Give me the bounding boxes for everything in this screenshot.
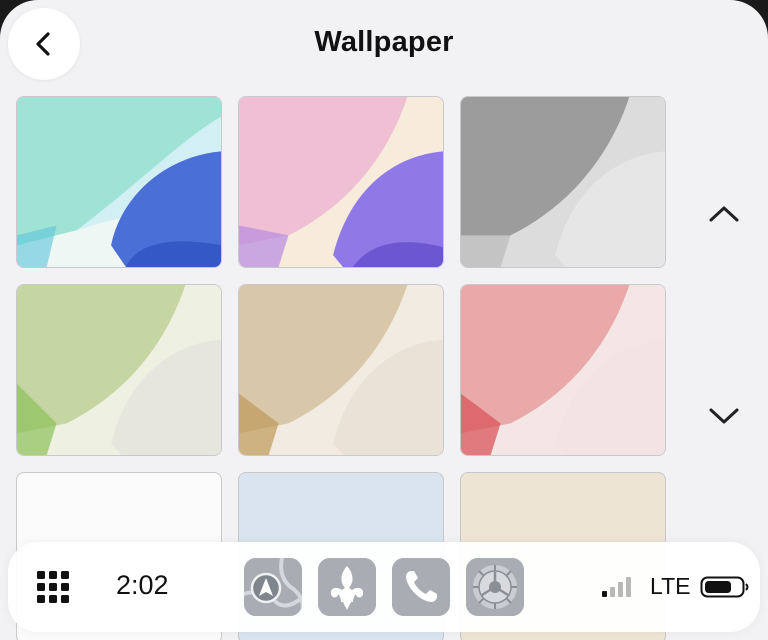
fleur-de-lis-icon [318, 558, 376, 616]
phone-icon [392, 558, 450, 616]
chevron-down-icon [709, 408, 739, 424]
network-type: LTE [650, 573, 691, 599]
dock-bar: 2:02 LTE [8, 542, 760, 632]
wallpaper-screen: Wallpaper 2:02 LTE [0, 0, 768, 640]
battery-icon [700, 576, 749, 598]
app-grid-button[interactable] [36, 570, 70, 604]
wallpaper-green[interactable] [16, 284, 222, 456]
scroll-down-button[interactable] [700, 392, 748, 440]
settings-app[interactable] [466, 558, 524, 616]
wallpaper-pink-purple[interactable] [238, 96, 444, 268]
wallpaper-red[interactable] [460, 284, 666, 456]
maps-icon [244, 558, 302, 616]
wallpaper-gray[interactable] [460, 96, 666, 268]
maps-app[interactable] [244, 558, 302, 616]
chevron-up-icon [709, 206, 739, 222]
clock: 2:02 [116, 570, 169, 600]
phone-app[interactable] [392, 558, 450, 616]
wallpaper-teal-blue[interactable] [16, 96, 222, 268]
settings-gear-icon [466, 558, 524, 616]
page-title: Wallpaper [314, 26, 454, 58]
scroll-up-button[interactable] [700, 190, 748, 238]
cellular-signal-icon [602, 577, 631, 597]
wallpaper-tan[interactable] [238, 284, 444, 456]
grid-icon [37, 571, 69, 603]
saints-app[interactable] [318, 558, 376, 616]
